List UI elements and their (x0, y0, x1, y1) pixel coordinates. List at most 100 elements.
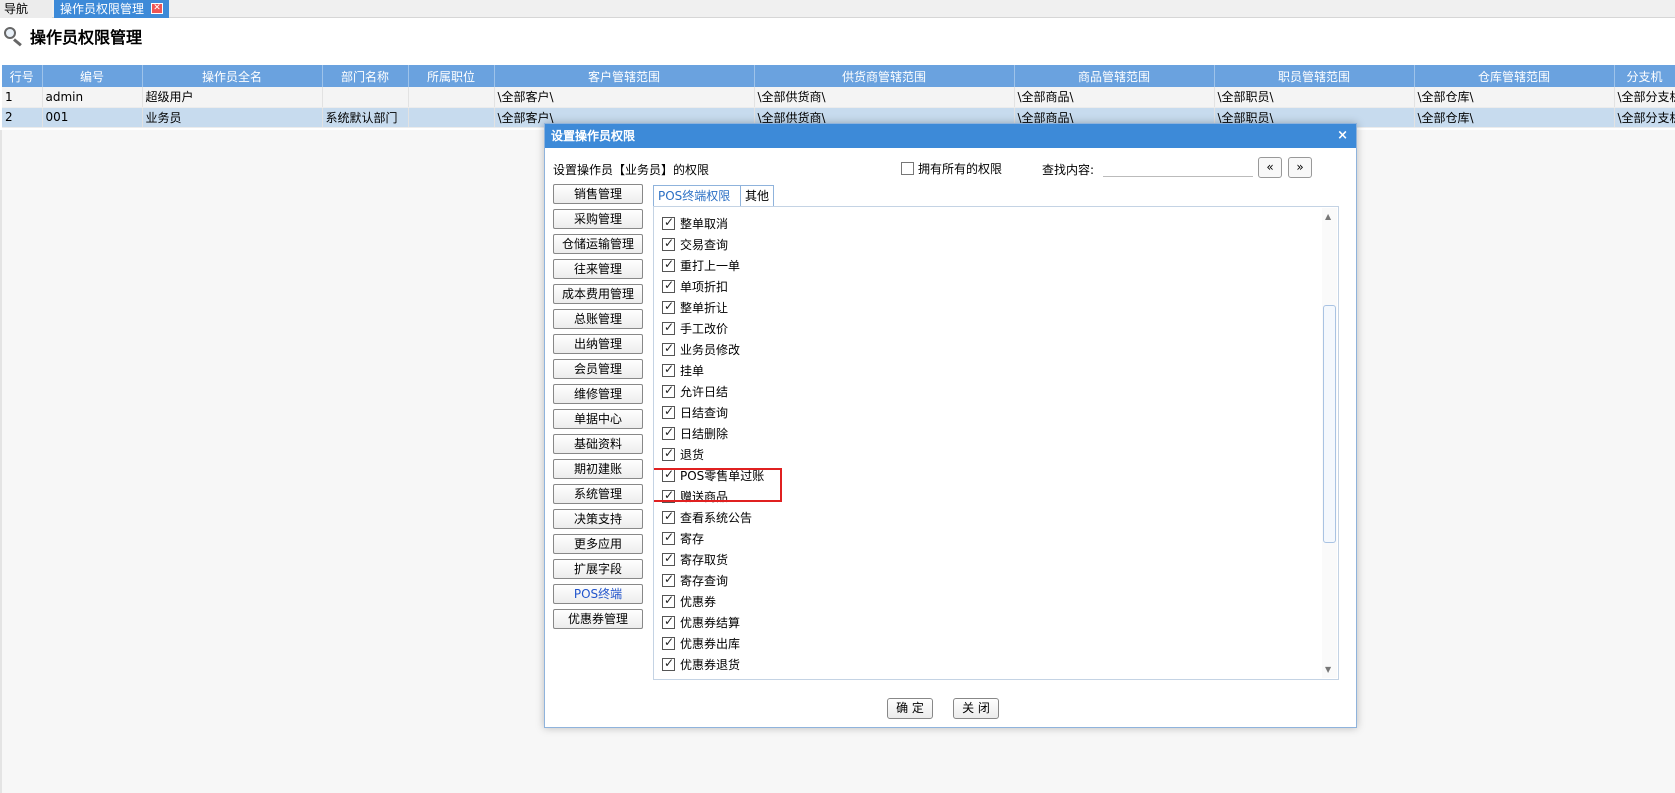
permission-item[interactable]: 查看系统公告 (662, 507, 752, 527)
next-match-button[interactable]: » (1288, 157, 1312, 178)
menu-item[interactable]: 销售管理 (553, 184, 643, 204)
tab-strip: 导航 操作员权限管理 ✕ (0, 0, 1675, 18)
permission-label: 日结删除 (680, 426, 729, 441)
checked-checkbox-icon[interactable] (662, 425, 675, 440)
table-cell: \全部商品\ (1014, 87, 1215, 108)
dialog-close-icon[interactable]: × (1337, 124, 1348, 148)
col-header[interactable]: 编号 (42, 65, 143, 87)
checked-checkbox-icon[interactable] (662, 257, 675, 272)
checked-checkbox-icon[interactable] (662, 404, 675, 419)
checked-checkbox-icon[interactable] (662, 572, 675, 587)
checked-checkbox-icon[interactable] (662, 635, 675, 650)
menu-item[interactable]: 成本费用管理 (553, 284, 643, 304)
col-header[interactable]: 所属职位 (408, 65, 495, 87)
checked-checkbox-icon[interactable] (662, 383, 675, 398)
menu-item[interactable]: 优惠券管理 (553, 609, 643, 629)
menu-item[interactable]: 更多应用 (553, 534, 643, 554)
permission-label: 寄存 (680, 531, 705, 546)
menu-item[interactable]: 往来管理 (553, 259, 643, 279)
menu-item[interactable]: 单据中心 (553, 409, 643, 429)
permission-label: 优惠券 (680, 594, 717, 609)
col-header[interactable]: 职员管辖范围 (1214, 65, 1415, 87)
tab-navigation[interactable]: 导航 (0, 0, 52, 18)
col-header[interactable]: 行号 (2, 65, 43, 87)
own-all-permissions-checkbox[interactable]: 拥有所有的权限 (901, 160, 1002, 177)
menu-item[interactable]: 会员管理 (553, 359, 643, 379)
col-header[interactable]: 仓库管辖范围 (1414, 65, 1615, 87)
search-label: 查找内容: (1042, 163, 1095, 177)
permission-item[interactable]: 优惠券出库 (662, 633, 740, 653)
permission-item[interactable]: 退货 (662, 444, 704, 464)
permission-item[interactable]: 优惠券退货 (662, 654, 740, 674)
checked-checkbox-icon[interactable] (662, 362, 675, 377)
dialog-title-bar[interactable]: 设置操作员权限 × (545, 124, 1356, 148)
permission-item[interactable]: 业务员修改 (662, 339, 740, 359)
permission-item[interactable]: 交易查询 (662, 234, 728, 254)
checked-checkbox-icon[interactable] (662, 278, 675, 293)
col-header[interactable]: 部门名称 (322, 65, 409, 87)
checked-checkbox-icon[interactable] (662, 593, 675, 608)
checked-checkbox-icon[interactable] (662, 551, 675, 566)
search-input[interactable] (1103, 159, 1253, 177)
vertical-scrollbar[interactable]: ▲ ▼ (1322, 208, 1337, 678)
checked-checkbox-icon[interactable] (662, 530, 675, 545)
tab-other[interactable]: 其他 (740, 185, 774, 207)
permission-item[interactable]: 寄存查询 (662, 570, 728, 590)
checked-checkbox-icon[interactable] (662, 614, 675, 629)
menu-item[interactable]: 期初建账 (553, 459, 643, 479)
col-header[interactable]: 商品管辖范围 (1014, 65, 1215, 87)
table-cell: \全部仓库\ (1414, 107, 1615, 128)
permission-item[interactable]: 优惠券 (662, 591, 716, 611)
permission-label: 优惠券结算 (680, 615, 741, 630)
scroll-up-icon[interactable]: ▲ (1325, 212, 1331, 221)
permission-item[interactable]: 单项折扣 (662, 276, 728, 296)
permission-item[interactable]: 整单折让 (662, 297, 728, 317)
permission-item[interactable]: 寄存 (662, 528, 704, 548)
checked-checkbox-icon[interactable] (662, 509, 675, 524)
checked-checkbox-icon[interactable] (662, 236, 675, 251)
menu-item[interactable]: 出纳管理 (553, 334, 643, 354)
col-header[interactable]: 操作员全名 (142, 65, 323, 87)
permission-item[interactable]: 挂单 (662, 360, 704, 380)
menu-item[interactable]: 扩展字段 (553, 559, 643, 579)
scroll-down-icon[interactable]: ▼ (1325, 665, 1331, 674)
checkbox-box[interactable] (901, 162, 914, 175)
col-header[interactable]: 客户管辖范围 (494, 65, 755, 87)
tab-pos-permissions[interactable]: POS终端权限 (653, 185, 741, 207)
search-magnifier-icon (2, 25, 24, 47)
col-header[interactable]: 供货商管辖范围 (754, 65, 1015, 87)
permission-item[interactable]: 手工改价 (662, 318, 728, 338)
permission-item[interactable]: 允许日结 (662, 381, 728, 401)
table-row[interactable]: 1 admin 超级用户 \全部客户\ \全部供货商\ \全部商品\ \全部职员… (2, 87, 1675, 108)
menu-item[interactable]: 维修管理 (553, 384, 643, 404)
checked-checkbox-icon[interactable] (662, 656, 675, 671)
checked-checkbox-icon[interactable] (662, 446, 675, 461)
checked-checkbox-icon[interactable] (662, 341, 675, 356)
checked-checkbox-icon[interactable] (662, 299, 675, 314)
table-cell: admin (42, 87, 143, 108)
page-header: 操作员权限管理 (2, 24, 142, 48)
permission-item[interactable]: 重打上一单 (662, 255, 740, 275)
menu-item[interactable]: 基础资料 (553, 434, 643, 454)
col-header[interactable]: 分支机 (1614, 65, 1675, 87)
prev-match-button[interactable]: « (1258, 157, 1282, 178)
permission-item[interactable]: 整单取消 (662, 213, 728, 233)
menu-item[interactable]: 仓储运输管理 (553, 234, 643, 254)
permission-item[interactable]: 日结删除 (662, 423, 728, 443)
permission-item[interactable]: 日结查询 (662, 402, 728, 422)
checked-checkbox-icon[interactable] (662, 215, 675, 230)
permission-item[interactable]: 寄存取货 (662, 549, 728, 569)
scroll-thumb[interactable] (1323, 305, 1336, 543)
menu-item[interactable]: 总账管理 (553, 309, 643, 329)
menu-item[interactable]: 决策支持 (553, 509, 643, 529)
menu-item[interactable]: 采购管理 (553, 209, 643, 229)
permission-label: 寄存查询 (680, 573, 729, 588)
close-button[interactable]: 关 闭 (953, 698, 999, 719)
ok-button[interactable]: 确 定 (887, 698, 933, 719)
menu-item[interactable]: 系统管理 (553, 484, 643, 504)
tab-close-icon[interactable]: ✕ (151, 3, 163, 14)
menu-item[interactable]: POS终端 (553, 584, 643, 604)
permission-item[interactable]: 优惠券结算 (662, 612, 740, 632)
permission-label: 业务员修改 (680, 342, 741, 357)
checked-checkbox-icon[interactable] (662, 320, 675, 335)
